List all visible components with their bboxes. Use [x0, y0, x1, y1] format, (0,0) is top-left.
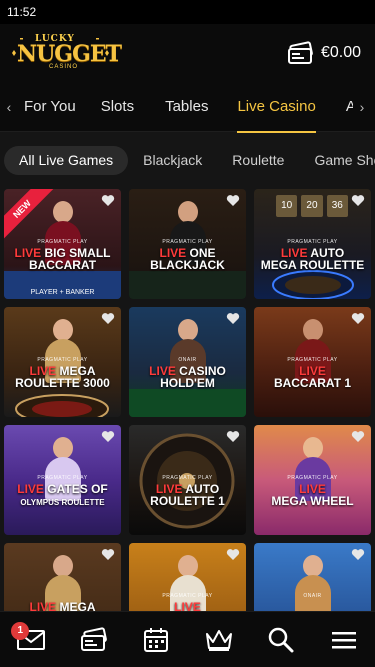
tab-tables[interactable]: Tables — [165, 82, 208, 132]
game-tile-big-small-baccarat[interactable]: NEW PRAGMATIC PLAY LIVE BIG SMALL BACCAR… — [4, 189, 121, 299]
tab-slots[interactable]: Slots — [101, 82, 134, 132]
cashier-icon — [80, 626, 107, 651]
favorite-heart-icon[interactable] — [226, 430, 240, 443]
mega-number: 10 — [276, 195, 298, 217]
game-tile-auto-mega-roulette[interactable]: 10 20 36 PRAGMATIC PLAY LIVE AUTO MEGA R… — [254, 189, 371, 299]
games-grid: NEW PRAGMATIC PLAY LIVE BIG SMALL BACCAR… — [0, 188, 375, 611]
provider-label: PRAGMATIC PLAY — [37, 239, 88, 245]
tabs-scroll-right-icon[interactable]: › — [353, 99, 371, 115]
favorite-heart-icon[interactable] — [351, 312, 365, 325]
brand-logo[interactable]: LUCKY NUGGET CASINO — [8, 33, 122, 73]
game-title-line2: MEGA WHEEL — [271, 494, 354, 508]
tabs-scroll-left-icon[interactable]: ‹ — [0, 99, 18, 115]
provider-label: ONAIR — [178, 357, 197, 363]
favorite-heart-icon[interactable] — [351, 194, 365, 207]
menu-icon — [331, 631, 356, 648]
bottom-nav-vip[interactable] — [199, 620, 239, 660]
game-tile-mega-roulette-3000[interactable]: PRAGMATIC PLAY LIVE MEGA ROULETTE 3000 — [4, 307, 121, 417]
status-bar: 11:52 — [0, 0, 375, 24]
favorite-heart-icon[interactable] — [101, 548, 115, 561]
provider-label: PRAGMATIC PLAY — [162, 593, 213, 599]
game-tile-mega-partial[interactable]: LIVE MEGA — [4, 543, 121, 611]
game-tile-mega-wheel[interactable]: PRAGMATIC PLAY LIVE MEGA WHEEL — [254, 425, 371, 535]
live-label: LIVE — [17, 482, 44, 496]
favorite-heart-icon[interactable] — [226, 548, 240, 561]
bottom-nav-messages[interactable]: 1 — [11, 620, 51, 660]
provider-label: PRAGMATIC PLAY — [162, 239, 213, 245]
provider-label: PRAGMATIC PLAY — [37, 357, 88, 363]
bottom-nav-calendar[interactable] — [136, 620, 176, 660]
wallet[interactable]: €0.00 — [287, 41, 361, 65]
game-title-line2: OLYMPUS ROULETTE — [20, 498, 105, 507]
provider-label: PRAGMATIC PLAY — [162, 475, 213, 481]
balance-amount: €0.00 — [320, 44, 361, 61]
header: LUCKY NUGGET CASINO €0.00 — [0, 24, 375, 82]
mega-numbers: 10 20 36 — [276, 195, 348, 217]
calendar-icon — [144, 627, 169, 652]
game-tile-casino-holdem[interactable]: ONAIR LIVE CASINO HOLD'EM — [129, 307, 246, 417]
live-label: LIVE — [174, 600, 201, 611]
game-tile-one-blackjack[interactable]: PRAGMATIC PLAY LIVE ONE BLACKJACK — [129, 189, 246, 299]
provider-label: PRAGMATIC PLAY — [287, 239, 338, 245]
game-title-line2: BLACKJACK — [150, 258, 225, 272]
crown-icon — [205, 629, 232, 651]
game-tile-live-partial[interactable]: PRAGMATIC PLAY LIVE — [129, 543, 246, 611]
provider-label: ONAIR — [303, 593, 322, 599]
favorite-heart-icon[interactable] — [101, 312, 115, 325]
tab-live-casino[interactable]: Live Casino — [237, 82, 317, 133]
bottom-nav-menu[interactable] — [324, 620, 364, 660]
favorite-heart-icon[interactable] — [101, 430, 115, 443]
bottom-nav-cashier[interactable] — [74, 620, 114, 660]
game-title-line2: BACCARAT — [28, 258, 97, 272]
favorite-heart-icon[interactable] — [351, 548, 365, 561]
tab-for-you[interactable]: For You — [24, 82, 76, 132]
game-tile-baccarat-1[interactable]: PRAGMATIC PLAY LIVE BACCARAT 1 — [254, 307, 371, 417]
game-title-line1: MEGA — [59, 600, 96, 611]
category-tabs: ‹ For You Slots Tables Live Casino Arc › — [0, 82, 375, 133]
game-title-line1: GATES OF — [47, 482, 108, 496]
game-tile-auto-roulette-1[interactable]: PRAGMATIC PLAY LIVE AUTO ROULETTE 1 — [129, 425, 246, 535]
roulette-wheel-icon — [15, 394, 109, 417]
favorite-heart-icon[interactable] — [351, 430, 365, 443]
favorite-heart-icon[interactable] — [226, 194, 240, 207]
provider-label: PRAGMATIC PLAY — [37, 475, 88, 481]
bottom-nav-search[interactable] — [261, 620, 301, 660]
status-time: 11:52 — [7, 5, 37, 19]
game-title-line2: ROULETTE 3000 — [15, 376, 110, 390]
dealer-image — [294, 555, 331, 611]
chip-all-live-games[interactable]: All Live Games — [4, 145, 129, 175]
search-icon — [269, 627, 294, 652]
favorite-heart-icon[interactable] — [226, 312, 240, 325]
favorite-heart-icon[interactable] — [101, 194, 115, 207]
notification-badge: 1 — [11, 621, 30, 640]
wallet-card-icon — [287, 41, 313, 64]
chip-blackjack[interactable]: Blackjack — [128, 146, 217, 175]
live-label: LIVE — [29, 600, 57, 611]
mega-number: 36 — [326, 195, 348, 217]
game-title-line2: MEGA ROULETTE — [260, 258, 365, 272]
game-tile-onair-partial[interactable]: ONAIR — [254, 543, 371, 611]
mega-number: 20 — [301, 195, 323, 217]
logo-word-bottom: CASINO — [49, 64, 79, 70]
chip-game-shows[interactable]: Game Sho — [299, 146, 375, 175]
game-subtitle: PLAYER + BANKER — [30, 289, 95, 296]
provider-label: PRAGMATIC PLAY — [287, 475, 338, 481]
game-title-line2: HOLD'EM — [160, 376, 215, 390]
provider-label: PRAGMATIC PLAY — [287, 357, 338, 363]
roulette-wheel-icon — [139, 433, 235, 529]
game-title-line2: ROULETTE 1 — [150, 494, 225, 508]
game-tile-gates-of-olympus-roulette[interactable]: PRAGMATIC PLAY LIVE GATES OF OLYMPUS ROU… — [4, 425, 121, 535]
filter-chips: All Live Games Blackjack Roulette Game S… — [0, 132, 375, 188]
game-title-line2: BACCARAT 1 — [273, 376, 352, 390]
bottom-nav: 1 — [0, 611, 375, 667]
chip-roulette[interactable]: Roulette — [217, 146, 299, 175]
